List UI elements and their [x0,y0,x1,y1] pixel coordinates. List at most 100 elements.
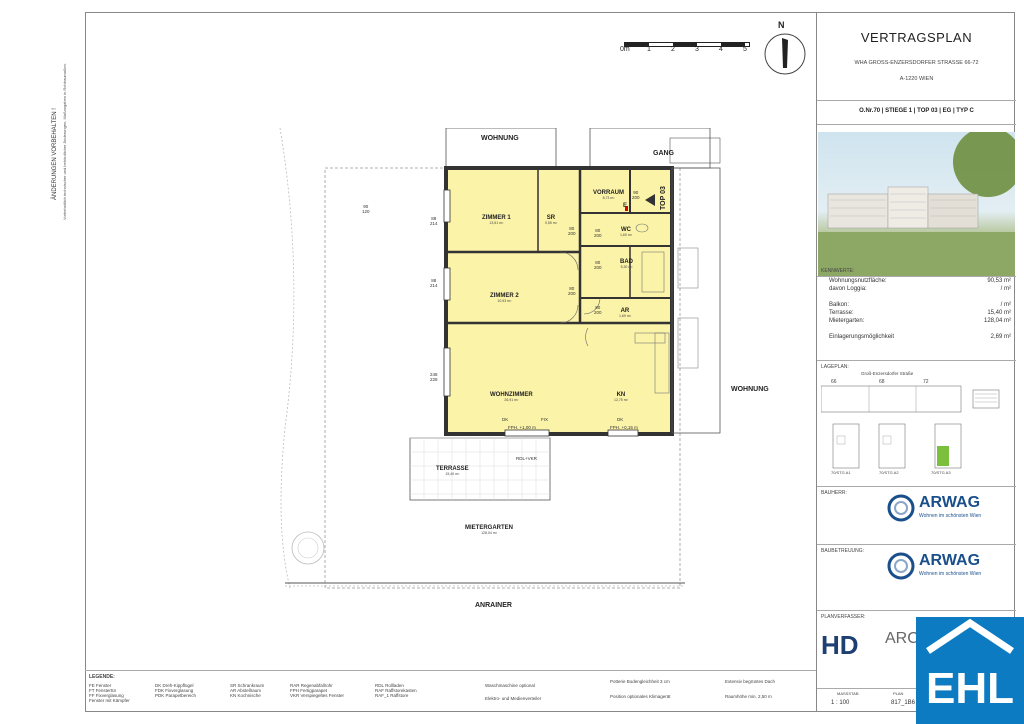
plan-number-label: PLAN [893,691,904,696]
legend-item: PDK Parapetbereich [155,693,197,698]
kennwert-value: 15,40 m² [987,310,1011,316]
scale-bar: 0m 1 2 3 4 5 [620,42,750,54]
side-note-text: Vorbehaltlich technischer und behördlich… [62,63,67,220]
scale-value: 1 : 100 [831,700,850,706]
kennwert-value: / m² [1000,286,1011,292]
sill-note: FPH. +0,15 m [610,425,638,430]
baubetreuung-logo: ARWAG Wohnen im schönsten Wien [887,552,1015,582]
scale-bar-label: 2 [671,46,675,53]
address-line-1: WHA GROSS-ENZERSDORFER STRASSE 66-72 [854,60,979,66]
legend: LEGENDE: FE Fenster FT Fenstertür FF Fix… [85,670,816,713]
planverfasser-logo: HD [821,630,859,660]
bauherr-logo: ARWAG Wohnen im schönsten Wien [887,494,1015,524]
window-dimension: 88 214 [430,216,438,226]
baubetreuung-name: ARWAG [919,552,981,569]
neighbor-bottom-label: ANRAINER [475,602,512,609]
room-bad: BAD 5,30 m² [620,259,633,269]
kennwert-value: 128,04 m² [983,318,1011,324]
room-mietergarten: MIETERGARTEN 128,04 m² [465,525,513,535]
kennwerte-label: KENNWERTE: [821,268,855,274]
plan-title: VERTRAGSPLAN [860,30,973,45]
legend-item: KN Kochnische [230,693,261,698]
sill-note: FPH. +1,00 m [508,425,536,430]
bauherr-tagline: Wohnen im schönsten Wien [919,513,982,519]
marker-e: E [623,203,628,209]
plan-number: 817_1B6 [891,700,916,706]
scale-label: MASSSTAB [837,691,859,696]
kennwert-label: Einlagerungsmöglichkeit [829,334,895,340]
kennwert-value: / m² [1000,302,1011,308]
legend-item: Waschmaschine optional [485,683,535,688]
top-label: TOP 03 [660,186,667,210]
neighbor-right-label: WOHNUNG [731,386,769,393]
building-rendering [818,132,1015,276]
scale-bar-label: 1 [647,46,651,53]
arwag-swirl-icon [887,494,915,522]
scale-bar-label: 5 [743,46,747,53]
north-label: N [778,20,785,30]
arwag-swirl-icon [887,552,915,580]
door-mark: DK [617,417,624,422]
scale-bar-label: 3 [695,46,699,53]
window-dimension: 248 228 [430,372,438,382]
room-wc: WC 1,60 m² [620,227,632,237]
house-roof-icon: EHL [926,618,1014,713]
terrace-note: RDL+VKR [516,456,537,461]
door-dimension: 80 200 [594,260,602,270]
kennwert-value: 90,53 m² [987,278,1011,284]
address-line-2: A-1220 WIEN [899,76,934,82]
kennwert-label: Terrasse: [829,310,854,316]
kennwert-value: 2,69 m² [990,334,1011,340]
room-kn: KN 12,75 m² [614,392,628,402]
legend-item: Potterie Bodengleichheit 3 cm [610,679,670,684]
legend-item: Raumhöhe min. 2,50 m [725,694,772,699]
scale-bar-label: 0m [620,46,630,53]
gang-label: GANG [653,150,674,157]
planverfasser-text: ARC [885,630,919,647]
kennwert-label: Wohnungsnutzfläche: [829,278,887,284]
door-dimension: 80 200 [594,305,602,315]
legend-item: Position optionales Klimagerät [610,694,671,699]
bauherr-name: ARWAG [919,494,981,511]
room-zimmer-1: ZIMMER 1 13,51 m² [482,215,511,225]
kennwert-label: Balkon: [829,302,850,308]
door-dimension: 80 200 [594,228,602,238]
side-note-title: ÄNDERUNGEN VORBEHALTEN ! [52,108,58,200]
lageplan-stiege: 70/STG A3 [931,470,951,475]
door-mark: FIX [541,417,549,422]
scale-bar-label: 4 [719,46,723,53]
lageplan-stiege: 70/STG A1 [831,470,851,475]
unit-strip: O.Nr.70 | STIEGE 1 | TOP 03 | EG | TYP C [859,108,974,114]
legend-item: RAF_1 Raffstore [375,693,409,698]
room-ar: AR 1,69 m² [619,308,631,318]
legend-item: Extensiv begrüntes Dach [725,679,776,684]
door-dimension: 80 200 [568,226,576,236]
window-dimension: 90 120 [362,204,370,214]
baubetreuung-label: BAUBETREUUNG: [821,548,865,554]
compass-icon [764,33,806,75]
door-dimension: 80 200 [568,286,576,296]
room-sr: SR 0,55 m² [545,215,557,225]
legend-title: LEGENDE: [89,674,115,680]
window-dimension: 88 214 [430,278,438,288]
lageplan-street: Groß-Enzersdorfer Straße [861,371,914,376]
kennwert-label: Mietergarten: [829,318,865,324]
title-panel: VERTRAGSPLAN WHA GROSS-ENZERSDORFER STRA… [816,12,1016,712]
door-mark: DK [502,417,509,422]
room-terrasse: TERRASSE 15,40 m² [436,466,469,476]
kennwert-label: davon Loggia: [829,286,867,292]
room-wohnzimmer: WOHNZIMMER 26,91 m² [490,392,533,402]
lageplan-stiege: 70/STG A2 [879,470,899,475]
bauherr-label: BAUHERR: [821,490,847,496]
north-arrow: N [763,20,807,78]
site-plan [821,385,1000,469]
room-vorraum: VORRAUM 8,73 m² [593,190,624,200]
legend-item: VKR Verspiegeltes Fenster [290,693,345,698]
neighbor-top-label: WOHNUNG [481,135,519,142]
lageplan-label: LAGEPLAN: [821,364,849,370]
room-zimmer-2: ZIMMER 2 10,93 m² [490,293,519,303]
svg-text:EHL: EHL [926,664,1014,713]
door-dimension: 90 200 [632,190,640,200]
legend-item: Elektro- und Medienverteiler [485,696,542,701]
legend-item: Fenster mit Kämpfer [89,698,130,703]
